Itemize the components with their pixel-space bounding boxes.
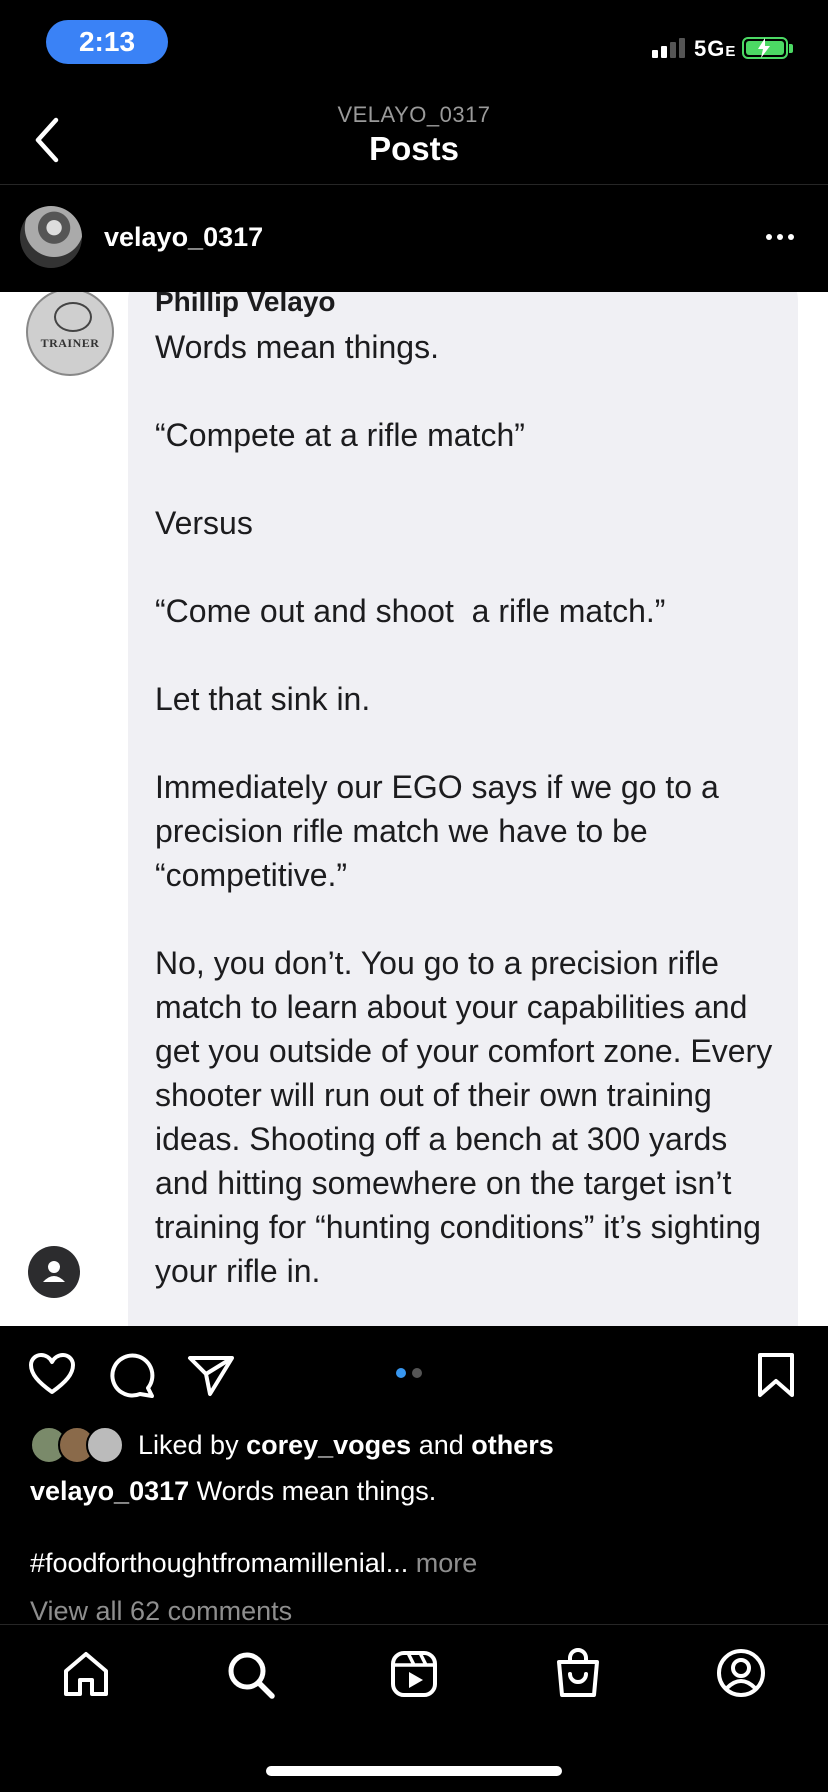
signal-icon: [652, 38, 685, 58]
caption-hashtag: #foodforthoughtfromamillenial... more: [30, 1548, 477, 1579]
caption: velayo_0317 Words mean things.: [30, 1476, 436, 1507]
home-indicator[interactable]: [266, 1766, 562, 1776]
pig-logo-icon: [54, 302, 92, 332]
share-icon[interactable]: [186, 1354, 236, 1403]
carousel-indicator: [396, 1368, 422, 1378]
reels-icon[interactable]: [390, 1650, 438, 1703]
network-suffix: E: [725, 43, 737, 60]
battery-icon: [742, 37, 788, 59]
page-title: Posts: [369, 130, 459, 167]
more-link[interactable]: more: [416, 1548, 478, 1578]
view-comments-link[interactable]: View all 62 comments: [30, 1596, 292, 1627]
hashtag-text[interactable]: #foodforthoughtfromamillenial...: [30, 1548, 408, 1578]
comment-icon[interactable]: [108, 1352, 156, 1403]
tab-bar-divider: [0, 1624, 828, 1625]
user-placeholder-icon[interactable]: [28, 1246, 80, 1298]
battery-nub: [789, 44, 793, 53]
liker-username[interactable]: corey_voges: [246, 1430, 411, 1460]
likes-and: and: [418, 1429, 464, 1460]
network-label: 5G: [694, 36, 726, 61]
header-divider: [0, 184, 828, 185]
likes-prefix: Liked by: [138, 1429, 239, 1460]
profile-icon[interactable]: [716, 1648, 766, 1703]
heart-icon[interactable]: [28, 1352, 76, 1401]
caption-username[interactable]: velayo_0317: [30, 1476, 189, 1506]
comment-author: Phillip Velayo: [155, 292, 336, 317]
post-username[interactable]: velayo_0317: [104, 222, 263, 253]
home-icon[interactable]: [62, 1650, 110, 1703]
comment-body: Words mean things. “Compete at a rifle m…: [155, 329, 773, 1289]
liker-avatar: [86, 1426, 124, 1464]
likes-others[interactable]: others: [471, 1430, 554, 1460]
status-time: 2:13: [46, 20, 168, 64]
shop-icon[interactable]: [554, 1648, 602, 1703]
likes-text: Liked by corey_voges and others: [138, 1430, 554, 1461]
likes-row[interactable]: Liked by corey_voges and others: [30, 1426, 554, 1464]
bookmark-icon[interactable]: [756, 1352, 796, 1403]
author-avatar[interactable]: [20, 206, 82, 268]
network-indicator: 5GE: [694, 36, 736, 62]
nav-subtitle: VELAYO_0317: [337, 102, 491, 127]
more-options-icon[interactable]: [766, 227, 806, 247]
post-image[interactable]: TRAINER Phillip Velayo Words mean things…: [0, 292, 828, 1326]
trainer-avatar: TRAINER: [26, 292, 114, 376]
avatar-text: TRAINER: [40, 336, 100, 350]
caption-text: Words mean things.: [196, 1476, 437, 1506]
search-icon[interactable]: [226, 1650, 276, 1705]
